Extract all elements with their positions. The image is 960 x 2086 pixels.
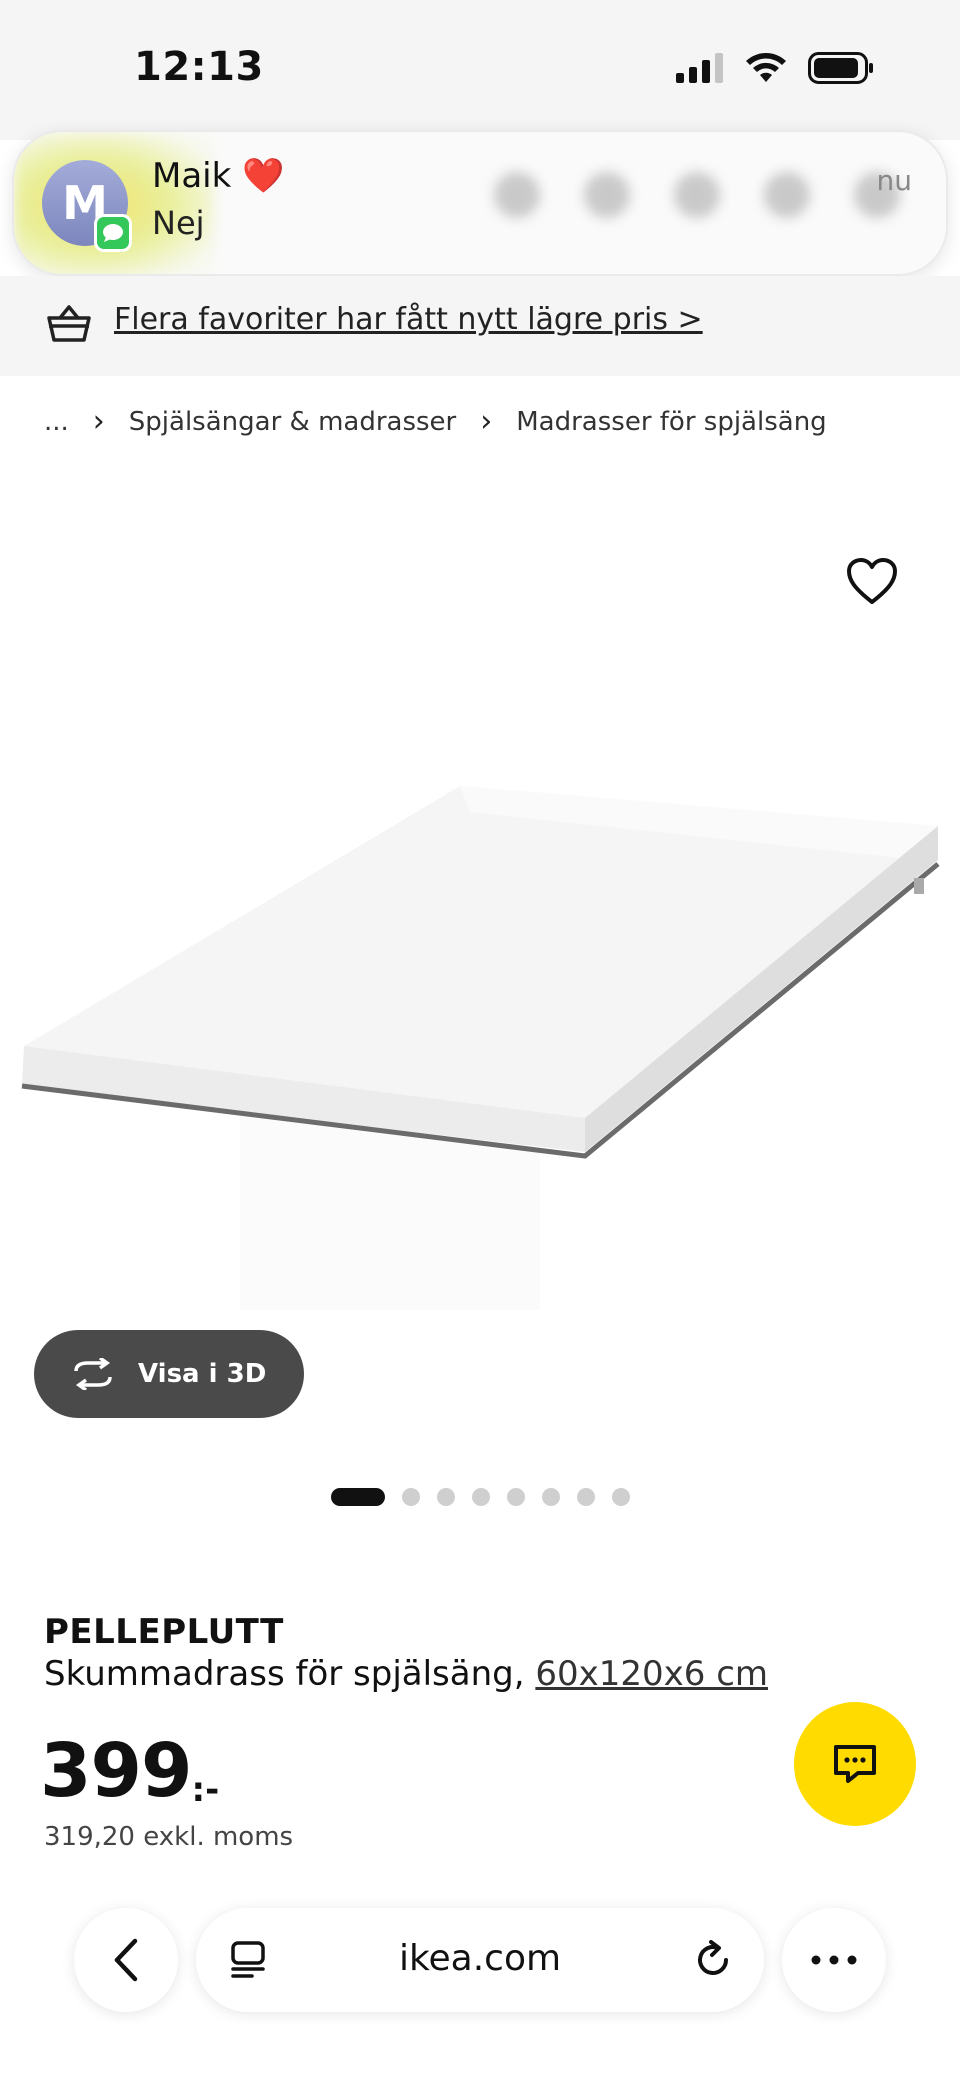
messages-icon	[94, 214, 132, 252]
carousel-dot[interactable]	[331, 1488, 385, 1506]
message-notification[interactable]: M Maik ❤️ Nej nu	[12, 130, 948, 276]
carousel-dot[interactable]	[507, 1488, 525, 1506]
price-suffix: :-	[191, 1770, 220, 1810]
product-name: PELLEPLUTT	[44, 1612, 284, 1652]
product-description-text: Skummadrass för spjälsäng,	[44, 1654, 536, 1694]
carousel-dot[interactable]	[542, 1488, 560, 1506]
breadcrumb-ellipsis[interactable]: ...	[44, 407, 69, 437]
address-bar[interactable]: ikea.com	[196, 1908, 764, 2012]
carousel-dot[interactable]	[437, 1488, 455, 1506]
battery-icon	[808, 52, 873, 84]
heart-icon[interactable]	[844, 556, 900, 608]
cellular-signal-icon	[676, 53, 723, 83]
back-button[interactable]	[74, 1908, 178, 2012]
chat-bubble-icon	[834, 1745, 876, 1783]
status-time: 12:13	[134, 44, 264, 90]
price-excluding-vat: 319,20 exkl. moms	[44, 1822, 294, 1852]
carousel-dot[interactable]	[402, 1488, 420, 1506]
notification-time: nu	[876, 164, 913, 197]
rotate-3d-icon	[74, 1358, 112, 1390]
status-icons	[676, 52, 874, 84]
product-price: 399 :-	[40, 1726, 219, 1816]
notification-message: Nej	[152, 204, 205, 242]
carousel-dot[interactable]	[577, 1488, 595, 1506]
price-drop-link[interactable]: Flera favoriter har fått nytt lägre pris…	[114, 302, 703, 337]
promo-banner: Flera favoriter har fått nytt lägre pris…	[0, 276, 960, 376]
breadcrumb-item-crib-mattresses[interactable]: Spjälsängar & madrasser	[129, 407, 456, 437]
breadcrumb-item-crib-mattress[interactable]: Madrasser för spjälsäng	[516, 407, 826, 437]
carousel-dot[interactable]	[472, 1488, 490, 1506]
chevron-left-icon	[114, 1938, 138, 1982]
breadcrumb: ... › Spjälsängar & madrasser › Madrasse…	[44, 404, 827, 439]
mattress-image[interactable]	[0, 450, 960, 1320]
browser-toolbar: ikea.com	[0, 1880, 960, 2086]
breadcrumb-separator: ›	[480, 404, 493, 439]
more-horizontal-icon	[811, 1955, 857, 1965]
breadcrumb-separator: ›	[92, 404, 105, 439]
carousel-dot[interactable]	[612, 1488, 630, 1506]
chat-button[interactable]	[794, 1702, 916, 1826]
wifi-icon	[746, 53, 786, 82]
view-3d-label: Visa i 3D	[138, 1359, 267, 1389]
product-size-link[interactable]: 60x120x6 cm	[535, 1654, 768, 1694]
more-button[interactable]	[782, 1908, 886, 2012]
price-amount: 399	[40, 1728, 192, 1814]
reload-icon[interactable]	[694, 1938, 734, 1982]
view-3d-button[interactable]: Visa i 3D	[34, 1330, 304, 1418]
blurred-background-icons	[494, 172, 900, 218]
product-description: Skummadrass för spjälsäng, 60x120x6 cm	[44, 1654, 768, 1694]
image-carousel-dots	[331, 1488, 630, 1506]
shopping-basket-icon	[47, 305, 91, 342]
notification-sender: Maik ❤️	[152, 156, 285, 196]
url-text: ikea.com	[398, 1938, 562, 1979]
status-bar: 12:13	[0, 0, 960, 140]
